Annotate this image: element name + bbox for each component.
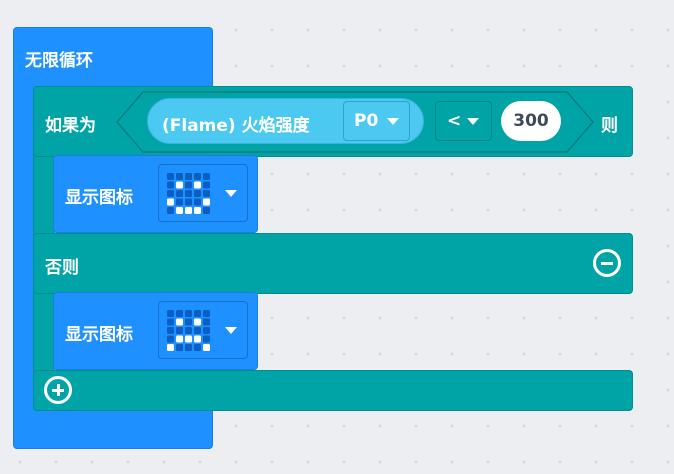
forever-block-bottom	[13, 409, 213, 449]
show-icon-label: 显示图标	[65, 188, 133, 208]
chevron-down-icon	[387, 118, 399, 125]
threshold-number-input[interactable]: 300	[501, 101, 561, 141]
icon-picker-dropdown[interactable]	[158, 164, 248, 222]
minus-circle-icon[interactable]	[593, 249, 621, 277]
then-label: 则	[601, 116, 618, 136]
if-label: 如果为	[45, 116, 96, 136]
else-label: 否则	[45, 258, 79, 278]
plus-circle-icon[interactable]	[44, 376, 72, 404]
operator-dropdown[interactable]: <	[435, 101, 492, 141]
show-icon-label: 显示图标	[65, 325, 133, 345]
forever-label: 无限循环	[25, 51, 93, 71]
happy-face-led-icon	[167, 173, 210, 214]
pin-value: P0	[354, 111, 379, 131]
pin-dropdown[interactable]: P0	[343, 101, 410, 141]
chevron-down-icon	[467, 118, 479, 125]
forever-block[interactable]: 无限循环	[13, 27, 213, 87]
operator-value: <	[447, 111, 462, 131]
chevron-down-icon	[225, 327, 237, 334]
icon-picker-dropdown[interactable]	[158, 301, 248, 359]
show-icon-block[interactable]: 显示图标	[53, 292, 258, 370]
forever-block-arm	[13, 86, 35, 410]
sad-face-led-icon	[167, 310, 210, 351]
if-block-bottom	[33, 370, 633, 411]
chevron-down-icon	[225, 190, 237, 197]
plus-vertical-bar	[56, 384, 60, 396]
else-section[interactable]: 否则	[33, 233, 633, 294]
flame-intensity-label: (Flame) 火焰强度	[162, 116, 310, 136]
show-icon-block[interactable]: 显示图标	[53, 155, 258, 233]
minus-bar	[601, 261, 613, 265]
